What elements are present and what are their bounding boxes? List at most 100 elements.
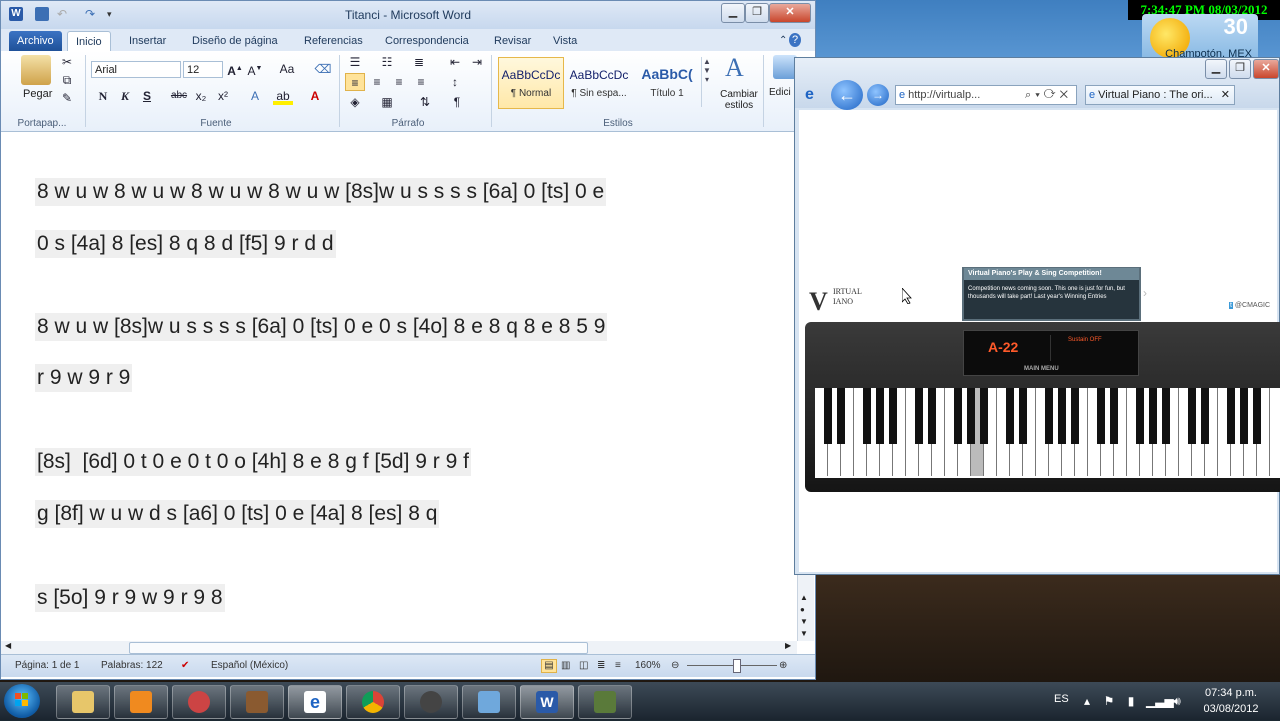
cut-icon[interactable]: ✂ — [57, 53, 77, 71]
piano-black-key[interactable] — [1071, 388, 1079, 444]
show-hidden-icons-icon[interactable]: ▴ — [1080, 694, 1094, 708]
minimize-button[interactable]: ▁ — [721, 3, 745, 23]
document-line[interactable]: r 9 w 9 r 9 — [35, 364, 133, 392]
piano-black-key[interactable] — [1019, 388, 1027, 444]
close-button[interactable]: ✕ — [769, 3, 811, 23]
document-line[interactable]: 8 w u w [8s]w u s s s s [6a] 0 [ts] 0 e … — [35, 313, 608, 341]
taskbar-media-player[interactable] — [114, 685, 168, 719]
taskbar-chrome[interactable] — [346, 685, 400, 719]
address-bar[interactable]: e http://virtualp... ⌕▾⟳✕ — [895, 85, 1077, 105]
font-color-icon[interactable]: A — [305, 87, 325, 105]
piano-black-key[interactable] — [928, 388, 936, 444]
power-icon[interactable]: ▮ — [1124, 694, 1138, 708]
tab-insert[interactable]: Insertar — [121, 31, 174, 51]
piano-black-key[interactable] — [1227, 388, 1235, 444]
subscript-icon[interactable]: x₂ — [191, 87, 211, 105]
back-button[interactable]: ← — [831, 80, 863, 110]
multilevel-list-icon[interactable]: ≣ — [409, 53, 429, 71]
tab-file[interactable]: Archivo — [9, 31, 62, 51]
piano-black-key[interactable] — [1253, 388, 1261, 444]
sustain-toggle[interactable]: Sustain OFF — [1068, 337, 1102, 343]
clock-time[interactable]: 07:34 p.m. — [1196, 687, 1266, 699]
styles-scroll[interactable]: ▲ ▼ ▾ — [701, 57, 712, 107]
proofing-icon[interactable]: ✔ — [181, 660, 189, 671]
piano-black-key[interactable] — [1240, 388, 1248, 444]
strikethrough-icon[interactable]: abc — [169, 87, 189, 105]
browser-maximize-button[interactable]: ❐ — [1229, 59, 1251, 79]
taskbar-explorer[interactable] — [56, 685, 110, 719]
piano-black-key[interactable] — [1110, 388, 1118, 444]
style-heading-1[interactable]: AaBbC( Título 1 — [634, 57, 700, 109]
bold-icon[interactable]: N — [93, 87, 113, 105]
document-line[interactable]: 0 s [4a] 8 [es] 8 q 8 d [f5] 9 r d d — [35, 230, 336, 258]
volume-icon[interactable]: 🔊︎ — [1170, 694, 1184, 708]
taskbar-internet-explorer[interactable]: e — [288, 685, 342, 719]
taskbar-snipping-tool[interactable] — [172, 685, 226, 719]
font-name-combo[interactable]: Arial — [91, 61, 181, 78]
print-layout-icon[interactable]: ▤ — [541, 659, 557, 673]
maximize-button[interactable]: ❐ — [745, 3, 769, 23]
piano-black-key[interactable] — [837, 388, 845, 444]
browser-close-button[interactable]: ✕ — [1253, 59, 1279, 79]
sort-icon[interactable]: ⇅ — [415, 93, 435, 111]
align-right-icon[interactable]: ≡ — [389, 73, 409, 91]
piano-black-key[interactable] — [1162, 388, 1170, 444]
piano-black-key[interactable] — [863, 388, 871, 444]
competition-banner[interactable]: Virtual Piano's Play & Sing Competition!… — [962, 267, 1141, 321]
numbering-icon[interactable]: ☷ — [377, 53, 397, 71]
document-line[interactable]: g [8f] w u w d s [a6] 0 [ts] 0 e [4a] 8 … — [35, 500, 440, 528]
start-button[interactable] — [4, 684, 40, 718]
help-icon[interactable]: ? — [789, 33, 801, 47]
increase-indent-icon[interactable]: ⇥ — [467, 53, 487, 71]
tab-references[interactable]: Referencias — [296, 31, 371, 51]
address-tools-icon[interactable]: ⌕▾⟳✕ — [1025, 86, 1072, 104]
piano-black-key[interactable] — [1201, 388, 1209, 444]
scroll-thumb[interactable] — [129, 642, 588, 654]
superscript-icon[interactable]: x² — [213, 87, 233, 105]
zoom-in-icon[interactable]: ⊕ — [779, 660, 787, 671]
change-styles-icon[interactable]: A — [725, 53, 744, 83]
piano-black-key[interactable] — [1045, 388, 1053, 444]
clock-date[interactable]: 03/08/2012 — [1196, 703, 1266, 715]
tab-mailings[interactable]: Correspondencia — [377, 31, 477, 51]
document-page[interactable]: 8 w u w 8 w u w 8 w u w 8 w u w [8s]w u … — [1, 132, 797, 654]
highlight-icon[interactable]: ab — [273, 87, 293, 105]
page-count[interactable]: Página: 1 de 1 — [15, 660, 80, 671]
tab-home[interactable]: Inicio — [67, 31, 111, 52]
piano-black-key[interactable] — [954, 388, 962, 444]
tab-view[interactable]: Vista — [545, 31, 585, 51]
zoom-slider-thumb[interactable] — [733, 659, 741, 673]
zoom-level[interactable]: 160% — [635, 660, 661, 671]
borders-icon[interactable]: ▦ — [377, 93, 397, 111]
line-spacing-icon[interactable]: ↕ — [445, 73, 465, 91]
tab-review[interactable]: Revisar — [486, 31, 539, 51]
tab-page-layout[interactable]: Diseño de página — [184, 31, 286, 51]
align-center-icon[interactable]: ≡ — [367, 73, 387, 91]
taskbar-recorder[interactable] — [578, 685, 632, 719]
forward-button[interactable]: → — [867, 84, 889, 106]
piano-black-key[interactable] — [1136, 388, 1144, 444]
bullets-icon[interactable]: ☰ — [345, 53, 365, 71]
document-line[interactable]: 8 w u w 8 w u w 8 w u w 8 w u w [8s]w u … — [35, 178, 607, 206]
piano-black-key[interactable] — [1058, 388, 1066, 444]
piano-black-key[interactable] — [1188, 388, 1196, 444]
justify-icon[interactable]: ≡ — [411, 73, 431, 91]
browser-minimize-button[interactable]: ▁ — [1205, 59, 1227, 79]
piano-black-key[interactable] — [889, 388, 897, 444]
piano-black-key[interactable] — [1006, 388, 1014, 444]
piano-black-key[interactable] — [915, 388, 923, 444]
decrease-indent-icon[interactable]: ⇤ — [445, 53, 465, 71]
scroll-left-icon[interactable]: ◀ — [5, 641, 11, 650]
virtual-piano-logo[interactable]: V IRTUAL IANO — [809, 285, 879, 316]
piano-black-key[interactable] — [980, 388, 988, 444]
paste-button-label[interactable]: Pegar — [23, 88, 52, 100]
zoom-slider[interactable] — [687, 665, 777, 666]
tab-close-icon[interactable]: ✕ — [1221, 86, 1230, 104]
piano-black-key[interactable] — [824, 388, 832, 444]
editing-button-label[interactable]: Edici — [769, 87, 791, 98]
twitter-link[interactable]: t @CMAGIC — [1229, 302, 1270, 309]
language-indicator[interactable]: Español (México) — [211, 660, 288, 671]
italic-icon[interactable]: K — [115, 87, 135, 105]
piano-black-key[interactable] — [1097, 388, 1105, 444]
browse-buttons[interactable]: ▲ ● ▼ ▼ — [800, 592, 808, 640]
